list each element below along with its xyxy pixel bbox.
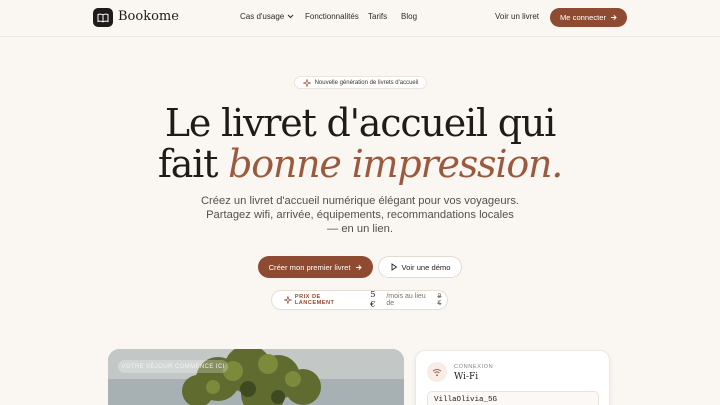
- create-booklet-button[interactable]: Créer mon premier livret: [258, 256, 373, 278]
- demo-button[interactable]: Voir une démo: [378, 256, 462, 278]
- photo-tag: VOTRE SÉJOUR COMMENCE ICI: [118, 360, 228, 373]
- launch-price-pill: PRIX DE LANCEMENT 5 € /mois au lieu de 9…: [271, 290, 448, 310]
- hero-title-line2: fait bonne impression.: [0, 143, 720, 185]
- tree-illustration: [108, 349, 404, 405]
- play-icon: [391, 263, 397, 271]
- sparkle-icon: [284, 296, 292, 304]
- demo-button-label: Voir une démo: [401, 262, 451, 272]
- nav-divider: [0, 36, 720, 37]
- chevron-down-icon: [287, 15, 294, 19]
- stay-photo: [108, 349, 404, 405]
- create-booklet-label: Créer mon premier livret: [268, 262, 351, 272]
- hero-subtitle: Créez un livret d'accueil numérique élég…: [200, 195, 520, 235]
- wifi-ssid-field[interactable]: VillaOlivia_5G: [427, 391, 599, 405]
- book-logo-icon[interactable]: [93, 8, 113, 27]
- launch-price-value: 5 €: [370, 290, 376, 310]
- nav-blog[interactable]: Blog: [401, 12, 417, 21]
- arrow-right-icon: [611, 14, 617, 21]
- connect-button[interactable]: Me connecter: [550, 8, 627, 27]
- hero-title-plain: fait: [157, 142, 219, 186]
- connect-button-label: Me connecter: [559, 13, 606, 22]
- launch-price-per: /mois au lieu de: [386, 293, 426, 307]
- sparkle-icon: [302, 78, 311, 87]
- brand-name[interactable]: Bookome: [118, 9, 179, 24]
- nav-fonctionnalites[interactable]: Fonctionnalités: [305, 12, 359, 21]
- launch-price-label: PRIX DE LANCEMENT: [294, 294, 335, 306]
- nav-voir-livret[interactable]: Voir un livret: [495, 12, 539, 21]
- old-price: 9 €: [437, 293, 442, 307]
- nav-tarifs[interactable]: Tarifs: [368, 12, 387, 21]
- hero-badge: Nouvelle génération de livrets d'accueil: [294, 76, 427, 89]
- wifi-title: Wi-Fi: [454, 372, 479, 382]
- nav-cas-usage[interactable]: Cas d'usage: [240, 12, 294, 21]
- arrow-right-icon: [356, 264, 363, 270]
- hero-title-accent: bonne impression.: [228, 142, 563, 186]
- wifi-section-label: CONNEXION: [454, 364, 494, 370]
- wifi-icon: [427, 362, 447, 382]
- hero-title-line1: Le livret d'accueil qui: [164, 101, 556, 145]
- nav-cas-usage-label: Cas d'usage: [240, 12, 285, 21]
- hero-badge-text: Nouvelle génération de livrets d'accueil: [314, 79, 419, 86]
- top-nav: Bookome Cas d'usage Fonctionnalités Tari…: [0, 0, 720, 36]
